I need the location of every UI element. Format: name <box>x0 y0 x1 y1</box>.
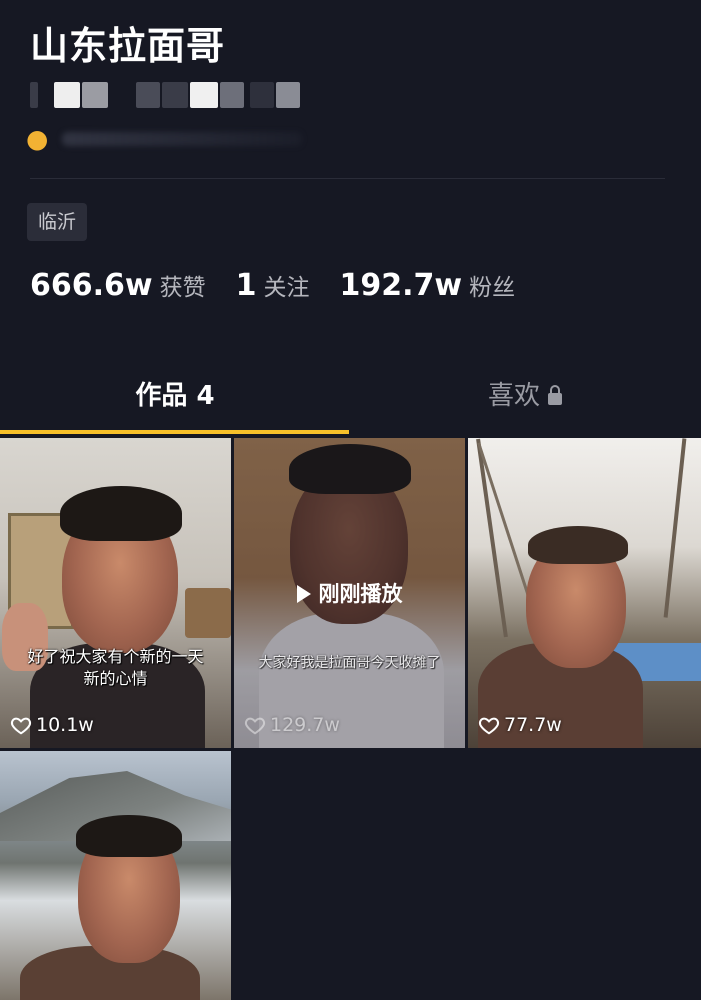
redacted-block <box>30 82 38 108</box>
profile-name: 山东拉面哥 <box>30 24 226 68</box>
stat-followers[interactable]: 192.7w 粉丝 <box>339 268 515 303</box>
like-count: 10.1w <box>10 714 94 736</box>
person-hair <box>60 486 182 541</box>
redacted-bio <box>62 132 302 146</box>
tab-indicator <box>0 430 349 434</box>
video-thumbnail-2[interactable]: 刚刚播放 大家好我是拉面哥今天收摊了 129.7w <box>234 438 465 748</box>
content-tabs: 作品 4 喜欢 <box>0 360 701 436</box>
stat-value: 192.7w <box>339 268 463 303</box>
stat-label: 粉丝 <box>469 275 516 301</box>
like-count: 77.7w <box>478 714 562 736</box>
redacted-block <box>250 82 274 108</box>
redacted-id-row <box>30 82 330 112</box>
heart-icon <box>244 717 266 735</box>
redacted-block <box>220 82 244 108</box>
like-count-value: 10.1w <box>36 714 94 736</box>
redacted-block <box>162 82 188 108</box>
stat-label: 获赞 <box>159 275 206 301</box>
tab-likes-label: 喜欢 <box>487 381 540 411</box>
video-caption: 好了祝大家有个新的一天 新的心情 <box>0 646 231 690</box>
video-thumbnail-3[interactable]: 77.7w <box>468 438 701 748</box>
person-hair <box>528 526 628 564</box>
video-thumbnail-4[interactable] <box>0 751 231 1000</box>
redacted-block <box>136 82 160 108</box>
tab-likes[interactable]: 喜欢 <box>350 360 700 432</box>
stat-following[interactable]: 1 关注 <box>236 268 310 303</box>
stat-value: 666.6w <box>30 268 153 303</box>
caption-line: 新的心情 <box>83 669 148 688</box>
lock-icon <box>548 385 562 405</box>
caption-line: 大家好我是拉面哥今天收摊了 <box>258 655 441 671</box>
play-icon <box>296 585 311 603</box>
like-count-value: 129.7w <box>270 714 340 736</box>
like-count-value: 77.7w <box>504 714 562 736</box>
person-hair <box>76 815 182 857</box>
stat-likes-received[interactable]: 666.6w 获赞 <box>30 268 206 303</box>
like-count: 129.7w <box>244 714 340 736</box>
heart-icon <box>478 717 500 735</box>
profile-page: 山东拉面哥 临沂 666.6w 获赞 1 关注 192.7w 粉丝 作品 4 喜… <box>0 0 701 1000</box>
location-tag[interactable]: 临沂 <box>27 203 88 241</box>
redacted-block <box>190 82 218 108</box>
heart-icon <box>10 717 32 735</box>
divider <box>30 178 665 179</box>
recently-played-label: 刚刚播放 <box>234 578 465 608</box>
recently-played-text: 刚刚播放 <box>318 582 403 606</box>
video-thumbnail-1[interactable]: 好了祝大家有个新的一天 新的心情 10.1w <box>0 438 231 748</box>
redacted-block <box>276 82 300 108</box>
redacted-block <box>82 82 108 108</box>
stats-row: 666.6w 获赞 1 关注 192.7w 粉丝 <box>30 268 545 312</box>
avatar <box>26 124 54 152</box>
shelf <box>185 588 231 638</box>
stat-label: 关注 <box>263 275 310 301</box>
tab-works-label: 作品 4 <box>135 381 215 411</box>
caption-line: 好了祝大家有个新的一天 <box>27 647 204 666</box>
tab-works[interactable]: 作品 4 <box>0 360 350 432</box>
video-caption: 大家好我是拉面哥今天收摊了 <box>234 652 465 674</box>
stat-value: 1 <box>235 268 257 303</box>
redacted-bio-row <box>26 118 326 162</box>
redacted-block <box>54 82 80 108</box>
